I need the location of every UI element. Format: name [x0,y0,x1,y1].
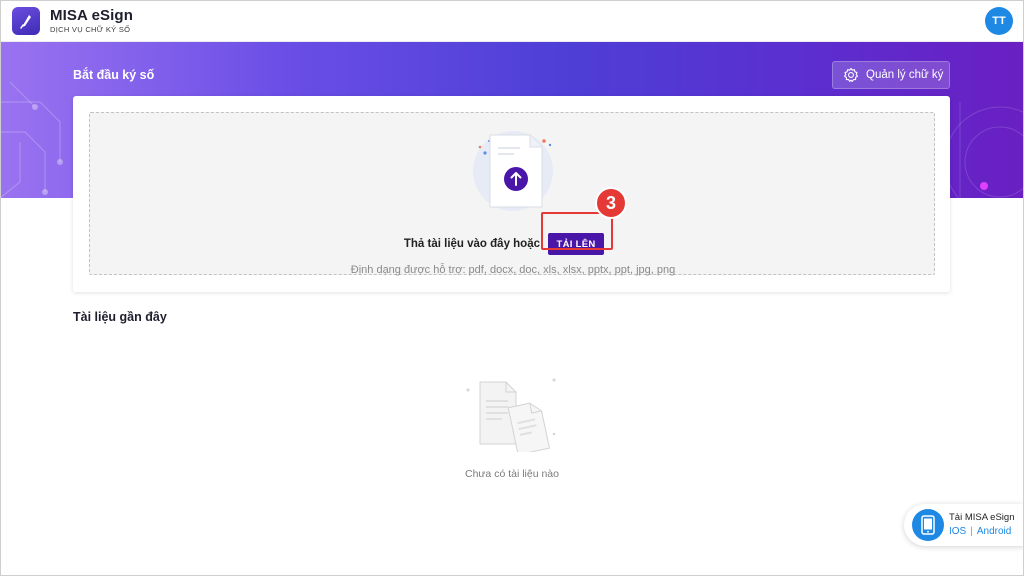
settings-icon [843,67,859,82]
app-download-widget[interactable]: Tải MISA eSign IOS | Android [904,504,1024,546]
app-download-links: IOS | Android [949,526,1011,537]
ios-link[interactable]: IOS [949,526,966,537]
recent-documents-title: Tài liệu gần đây [73,310,167,324]
link-separator: | [970,526,973,537]
android-link[interactable]: Android [977,526,1011,537]
phone-icon [912,509,944,541]
user-avatar[interactable]: TT [985,7,1013,35]
manage-signatures-label: Quản lý chữ ký [866,69,944,81]
empty-documents-message: Chưa có tài liệu nào [464,468,559,480]
app-logo-icon[interactable] [12,7,40,35]
empty-documents-icon [466,378,556,452]
app-name: MISA eSign [50,7,133,24]
upload-button[interactable]: TẢI LÊN [548,233,604,255]
document-icon [473,131,553,211]
file-drop-zone[interactable]: Thả tài liệu vào đây hoặc TẢI LÊN Định d… [89,112,935,276]
supported-formats: Định dạng được hỗ trợ: pdf, docx, doc, x… [350,264,676,276]
upload-card: Thả tài liệu vào đây hoặc TẢI LÊN Định d… [73,96,950,292]
drop-instruction: Thả tài liệu vào đây hoặc [403,238,540,250]
banner-title: Bắt đầu ký số [73,68,155,82]
top-bar: MISA eSign DỊCH VỤ CHỮ KÝ SỐ TT [0,0,1024,42]
app-download-title: Tải MISA eSign [949,512,1015,523]
manage-signatures-button[interactable]: Quản lý chữ ký [832,61,950,89]
app-subtitle: DỊCH VỤ CHỮ KÝ SỐ [50,25,131,34]
step-number-badge: 3 [595,187,627,219]
